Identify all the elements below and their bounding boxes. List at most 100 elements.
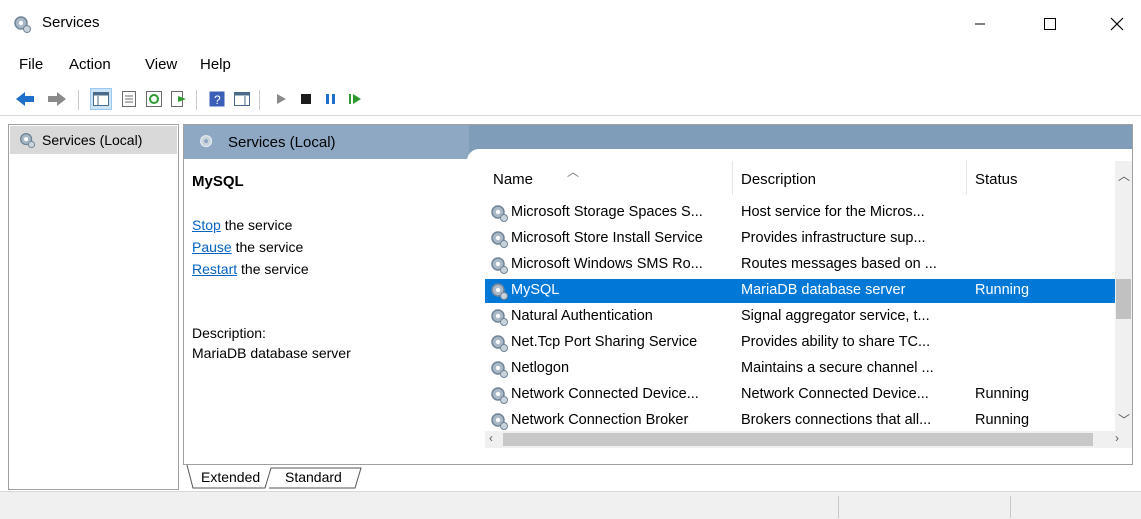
column-header-name-label: Name [493,171,534,188]
menu-view[interactable]: View [145,56,177,73]
service-gear-icon [489,229,509,249]
service-status-cell: Running [975,386,1030,402]
stop-action: Stop the service [192,217,292,233]
table-row[interactable]: Network Connected Device... Network Conne… [485,383,1115,407]
action-pane-icon [234,92,250,106]
status-bar [0,491,1141,519]
refresh-button[interactable] [143,88,165,110]
show-hide-console-tree-button[interactable] [90,88,112,110]
service-description-cell: Network Connected Device... [741,386,929,402]
toolbar-separator [196,90,197,110]
restart-service-button[interactable] [344,88,366,110]
title-bar: Services [0,0,1141,48]
scroll-left-icon[interactable]: ‹ [489,431,493,445]
pause-text: the service [231,239,304,255]
status-divider [1010,496,1011,518]
table-row[interactable]: Network Connection Broker Brokers connect… [485,409,1115,433]
column-header-status[interactable]: Status [967,161,1115,195]
service-gear-icon [489,411,509,431]
svg-text:?: ? [214,93,221,107]
close-icon [1110,17,1124,31]
restart-text: the service [237,261,309,277]
column-header-status-label: Status [975,171,1018,188]
menu-file[interactable]: File [19,56,43,73]
service-name-cell: Microsoft Storage Spaces S... [511,204,703,220]
properties-button[interactable] [118,88,140,110]
back-arrow-icon [16,92,34,106]
description-label: Description: [192,325,266,341]
services-gear-icon [20,133,36,149]
status-divider [838,496,839,518]
column-header-name[interactable]: ︿ Name [485,161,733,195]
close-button[interactable] [1094,0,1140,48]
service-gear-icon [489,359,509,379]
service-description-cell: Maintains a secure channel ... [741,360,934,376]
export-list-icon [171,91,186,107]
service-name-cell: Network Connected Device... [511,386,699,402]
column-header-description[interactable]: Description [733,161,967,195]
properties-icon [122,91,136,107]
horizontal-scrollbar[interactable]: ‹ › [485,431,1132,448]
forward-arrow-icon [48,92,66,106]
service-description-cell: Provides ability to share TC... [741,334,931,350]
help-button[interactable]: ? [206,88,228,110]
services-gear-icon [200,135,213,148]
service-name-cell: Microsoft Windows SMS Ro... [511,256,703,272]
service-description-cell: Provides infrastructure sup... [741,230,926,246]
service-name-cell: Microsoft Store Install Service [511,230,703,246]
panel-header-title: Services (Local) [228,133,336,151]
menu-action[interactable]: Action [69,56,111,73]
table-row[interactable]: Netlogon Maintains a secure channel ... [485,357,1115,381]
toolbar: ? [0,84,1141,116]
start-service-button[interactable] [270,88,292,110]
help-icon: ? [209,91,225,107]
service-name-cell: Natural Authentication [511,308,653,324]
table-row[interactable]: Microsoft Store Install Service Provides … [485,227,1115,251]
vertical-scroll-thumb[interactable] [1116,279,1131,319]
maximize-button[interactable] [1027,0,1073,48]
play-icon [277,94,286,104]
service-name-cell: MySQL [511,282,560,298]
scroll-down-icon[interactable]: ﹀ [1118,411,1130,428]
scroll-right-icon[interactable]: › [1115,431,1119,445]
show-action-pane-button[interactable] [231,88,253,110]
toolbar-separator [78,90,79,110]
results-pane: Services (Local) MySQL Stop the service … [183,124,1133,465]
selected-service-name: MySQL [192,173,244,190]
table-row[interactable]: Microsoft Windows SMS Ro... Routes messag… [485,253,1115,277]
column-header-description-label: Description [741,171,817,188]
console-tree: Services (Local) [8,124,179,490]
tab-extended[interactable]: Extended [195,465,266,489]
stop-service-button[interactable] [295,88,317,110]
tree-item-services-local[interactable]: Services (Local) [10,126,177,154]
toolbar-separator [259,90,260,110]
pause-link[interactable]: Pause [192,239,232,255]
service-gear-icon [489,307,509,327]
stop-link[interactable]: Stop [192,217,221,233]
service-status-cell: Running [975,282,1030,298]
menu-help[interactable]: Help [200,56,231,73]
forward-button[interactable] [46,88,68,110]
service-description-cell: Routes messages based on ... [741,256,937,272]
restart-icon [349,94,361,104]
tab-standard[interactable]: Standard [279,465,348,489]
table-row[interactable]: Net.Tcp Port Sharing Service Provides abi… [485,331,1115,355]
panel-header-tab: Services (Local) [184,125,469,159]
service-description-cell: Signal aggregator service, t... [741,308,930,324]
table-row[interactable]: Microsoft Storage Spaces S... Host servic… [485,201,1115,225]
stop-text: the service [220,217,293,233]
service-name-cell: Network Connection Broker [511,412,689,428]
export-list-button[interactable] [168,88,190,110]
view-tabs: Extended Standard [183,465,1133,491]
horizontal-scroll-thumb[interactable] [503,433,1093,446]
restart-link[interactable]: Restart [192,261,237,277]
scroll-up-icon[interactable]: ︿ [1118,167,1130,184]
window-title: Services [42,14,100,31]
table-row[interactable]: Natural Authentication Signal aggregator … [485,305,1115,329]
minimize-button[interactable] [957,0,1003,48]
vertical-scrollbar[interactable]: ︿ ﹀ [1115,161,1132,431]
pause-service-button[interactable] [320,88,342,110]
service-name-cell: Net.Tcp Port Sharing Service [511,334,698,350]
back-button[interactable] [14,88,36,110]
table-row[interactable]: MySQL MariaDB database server Running [485,279,1115,303]
